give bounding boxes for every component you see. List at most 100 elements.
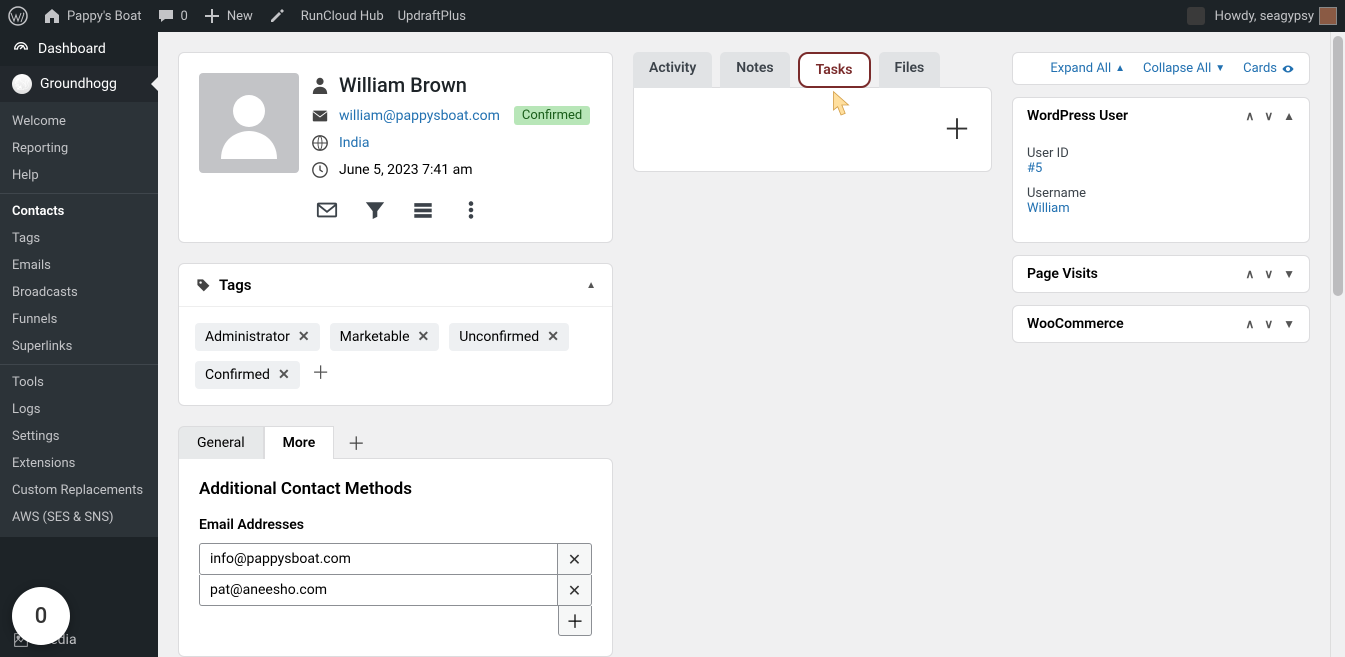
panel-header[interactable]: WordPress User ∧ ∨ ▲ [1013, 98, 1309, 134]
contact-detail-section: General More ＋ Additional Contact Method… [178, 426, 613, 657]
tag-label: Marketable [340, 329, 410, 345]
contact-region[interactable]: India [339, 135, 369, 151]
sidebar-sub-logs[interactable]: Logs [0, 396, 158, 423]
move-down-icon[interactable]: ∨ [1264, 317, 1273, 331]
panel-page-visits: Page Visits ∧ ∨ ▼ [1012, 255, 1310, 293]
userid-value[interactable]: #5 [1027, 161, 1042, 176]
move-up-icon[interactable]: ∧ [1246, 317, 1255, 331]
move-up-icon[interactable]: ∧ [1246, 267, 1255, 281]
sidebar-sub-custom-replacements[interactable]: Custom Replacements [0, 477, 158, 504]
cards-toggle-button[interactable]: Cards [1243, 61, 1295, 76]
runcloud-link[interactable]: RunCloud Hub [301, 9, 384, 24]
groundhogg-icon [12, 74, 32, 94]
admin-bar: Pappy's Boat 0 New RunCloud Hub UpdraftP… [0, 0, 1345, 32]
mid-tab-activity[interactable]: Activity [633, 52, 712, 88]
tags-header[interactable]: Tags ▲ [179, 264, 612, 307]
contact-name: William Brown [339, 73, 467, 97]
panel-woocommerce: WooCommerce ∧ ∨ ▼ [1012, 305, 1310, 343]
collapse-icon[interactable]: ▲ [1283, 109, 1295, 123]
expand-icon[interactable]: ▼ [1283, 267, 1295, 281]
contact-email[interactable]: william@pappysboat.com [339, 108, 500, 124]
remove-tag-button[interactable]: ✕ [547, 329, 559, 345]
collapse-all-button[interactable]: Collapse All ▼ [1143, 61, 1225, 76]
edit-icon[interactable] [267, 6, 287, 26]
add-email-button[interactable]: ＋ [558, 606, 592, 636]
contact-header-card: William Brown william@pappysboat.com Con… [178, 52, 613, 243]
site-home[interactable]: Pappy's Boat [42, 6, 142, 26]
help-bubble-button[interactable]: 0 [12, 587, 70, 645]
scrollbar-thumb[interactable] [1333, 36, 1343, 296]
sidebar-sub-extensions[interactable]: Extensions [0, 450, 158, 477]
clock-icon [311, 161, 329, 179]
sidebar-sub-tags[interactable]: Tags [0, 225, 158, 252]
add-tab-button[interactable]: ＋ [342, 429, 370, 457]
remove-tag-button[interactable]: ✕ [298, 329, 310, 345]
remove-tag-button[interactable]: ✕ [418, 329, 430, 345]
wp-logo[interactable] [8, 6, 28, 26]
sidebar-submenu: WelcomeReportingHelp ContactsTagsEmailsBr… [0, 102, 158, 537]
tags-body: Administrator✕Marketable✕Unconfirmed✕Con… [179, 307, 612, 405]
howdy-link[interactable]: Howdy, seagypsy [1215, 7, 1337, 25]
scrollbar-track[interactable] [1330, 32, 1345, 657]
tag-chip: Unconfirmed✕ [449, 323, 569, 351]
expand-all-button[interactable]: Expand All ▲ [1050, 61, 1125, 76]
tag-chip: Confirmed✕ [195, 361, 300, 389]
sidebar-sub-contacts[interactable]: Contacts [0, 198, 158, 225]
sidebar-sub-aws-ses-sns-[interactable]: AWS (SES & SNS) [0, 504, 158, 531]
sidebar-sub-broadcasts[interactable]: Broadcasts [0, 279, 158, 306]
tag-icon [195, 277, 211, 293]
sidebar-sub-settings[interactable]: Settings [0, 423, 158, 450]
tag-chip: Marketable ✕ [330, 323, 440, 351]
list-button[interactable] [411, 198, 435, 222]
move-up-icon[interactable]: ∧ [1246, 109, 1255, 123]
tab-more[interactable]: More [264, 426, 335, 459]
comments-link[interactable]: 0 [156, 6, 188, 26]
sidebar-sub-emails[interactable]: Emails [0, 252, 158, 279]
tag-chip: Administrator ✕ [195, 323, 320, 351]
sidebar-sub-superlinks[interactable]: Superlinks [0, 333, 158, 360]
tab-general[interactable]: General [178, 426, 264, 459]
remove-email-button[interactable]: ✕ [558, 543, 592, 575]
sidebar-sub-welcome[interactable]: Welcome [0, 108, 158, 135]
panel-header[interactable]: Page Visits ∧ ∨ ▼ [1013, 256, 1309, 292]
tag-label: Administrator [205, 329, 290, 345]
add-tag-button[interactable]: ＋ [310, 361, 332, 383]
email-input-1[interactable] [199, 543, 558, 575]
mid-tab-tasks[interactable]: Tasks [798, 52, 871, 88]
username-value[interactable]: William [1027, 201, 1070, 216]
panel-title: Page Visits [1027, 266, 1098, 282]
new-button[interactable]: New [202, 6, 253, 26]
sidebar-groundhogg[interactable]: Groundhogg [0, 66, 158, 102]
filter-button[interactable] [363, 198, 387, 222]
sidebar-sub-funnels[interactable]: Funnels [0, 306, 158, 333]
sidebar-sub-reporting[interactable]: Reporting [0, 135, 158, 162]
expand-icon[interactable]: ▼ [1283, 317, 1295, 331]
detail-tabs: General More ＋ [178, 426, 613, 459]
contact-datetime: June 5, 2023 7:41 am [339, 162, 472, 178]
collapse-caret-icon[interactable]: ▲ [586, 280, 596, 291]
email-input-2[interactable] [199, 575, 558, 606]
more-actions-button[interactable] [459, 198, 483, 222]
panel-header[interactable]: WooCommerce ∧ ∨ ▼ [1013, 306, 1309, 342]
updraft-link[interactable]: UpdraftPlus [398, 9, 466, 24]
section-title: Additional Contact Methods [199, 479, 592, 499]
sidebar-sub-help[interactable]: Help [0, 162, 158, 189]
mid-tab-notes[interactable]: Notes [720, 52, 789, 88]
add-task-button[interactable]: ＋ [943, 108, 971, 151]
move-down-icon[interactable]: ∨ [1264, 109, 1273, 123]
sidebar-sub-tools[interactable]: Tools [0, 369, 158, 396]
remove-email-button[interactable]: ✕ [558, 575, 592, 606]
mid-tab-files[interactable]: Files [879, 52, 941, 88]
cards-control-bar: Expand All ▲ Collapse All ▼ Cards [1012, 52, 1310, 85]
move-down-icon[interactable]: ∨ [1264, 267, 1273, 281]
sidebar-divider [0, 193, 158, 194]
admin-sidebar: Dashboard Groundhogg WelcomeReportingHel… [0, 32, 158, 657]
userid-label: User ID [1027, 146, 1295, 161]
gh-admin-icon[interactable] [1187, 7, 1205, 25]
tasks-body: ＋ [633, 87, 992, 172]
sidebar-dashboard[interactable]: Dashboard [0, 32, 158, 66]
send-email-button[interactable] [315, 198, 339, 222]
remove-tag-button[interactable]: ✕ [278, 367, 290, 383]
panel-title: WordPress User [1027, 108, 1128, 124]
panel-wordpress-user: WordPress User ∧ ∨ ▲ User ID #5 Username… [1012, 97, 1310, 243]
